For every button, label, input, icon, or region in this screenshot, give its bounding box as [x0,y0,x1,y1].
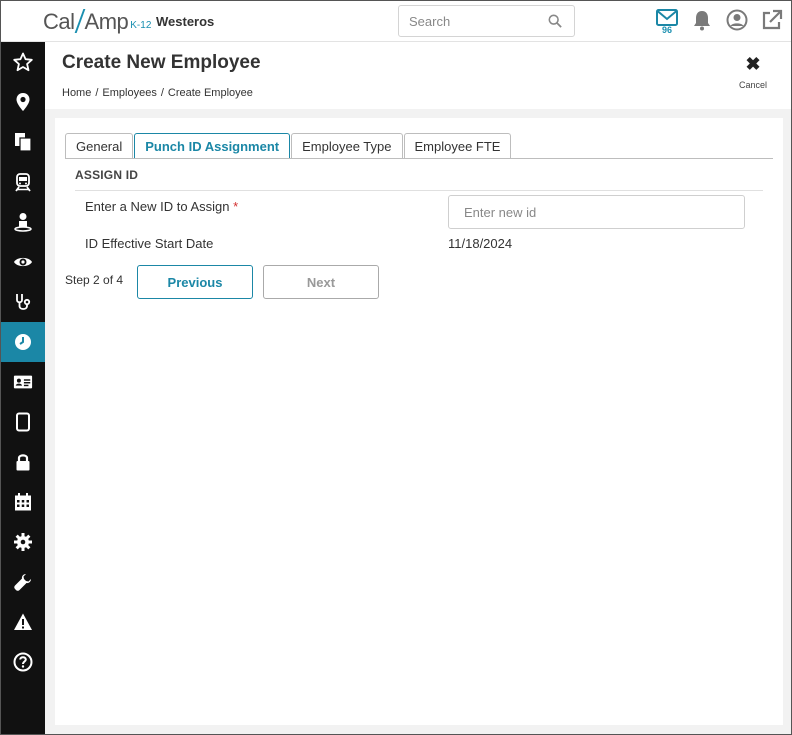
tenant-name: Westeros [156,14,215,29]
top-header: Cal Amp K-12 Westeros 96 [1,1,791,42]
nav-calendar[interactable] [1,482,45,522]
step-indicator: Step 2 of 4 [65,273,124,287]
nav-help[interactable] [1,642,45,682]
search-icon[interactable] [548,14,562,28]
tab-divider [65,158,773,159]
new-id-input[interactable] [448,195,745,229]
nav-devices[interactable] [1,402,45,442]
calendar-icon [15,493,31,511]
start-date-label: ID Effective Start Date [85,236,214,251]
tab-employee-fte[interactable]: Employee FTE [403,133,512,158]
cancel-label: Cancel [738,80,767,90]
stethoscope-icon [16,294,31,310]
nav-documents[interactable] [1,122,45,162]
nav-health[interactable] [1,282,45,322]
page-header: Create New Employee Home / Employees / C… [45,42,791,109]
section-title: ASSIGN ID [75,168,139,182]
train-icon [15,173,31,192]
breadcrumb-separator: / [160,87,164,99]
app-window: Cal Amp K-12 Westeros 96 [0,0,792,735]
eye-icon [14,257,32,267]
breadcrumb-separator: / [95,87,99,99]
search-box[interactable] [398,5,575,37]
side-navigation [1,42,45,734]
cancel-button[interactable]: ✖ Cancel [733,54,773,90]
content-card: General Punch ID Assignment Employee Typ… [55,118,783,725]
bell-icon[interactable] [691,9,713,31]
gear-icon [14,533,32,551]
warning-icon [14,613,32,630]
tablet-icon [16,412,30,432]
breadcrumb-home[interactable]: Home [62,87,91,99]
tab-punch-id-assignment[interactable]: Punch ID Assignment [134,133,291,158]
new-id-label-text: Enter a New ID to Assign [85,199,230,214]
id-card-icon [13,375,33,389]
breadcrumb-current: Create Employee [167,87,253,99]
new-id-label: Enter a New ID to Assign * [85,199,238,214]
wrench-icon [14,574,31,591]
clock-icon [15,334,31,350]
user-account-icon[interactable] [726,9,748,31]
mail-count-badge: 96 [661,25,672,35]
person-icon [14,213,32,232]
close-icon: ✖ [745,54,761,74]
nav-id-cards[interactable] [1,362,45,402]
breadcrumb-employees[interactable]: Employees [102,87,156,99]
nav-transit[interactable] [1,162,45,202]
logo-text-cal: Cal [43,9,75,34]
documents-icon [15,133,32,152]
start-date-value: 11/18/2024 [448,236,513,251]
calamp-logo[interactable]: Cal Amp K-12 [43,7,151,35]
nav-time-clock[interactable] [1,322,45,362]
logo-slash [74,9,85,33]
search-input[interactable] [399,6,539,36]
page-title: Create New Employee [62,52,261,73]
nav-monitoring[interactable] [1,242,45,282]
star-icon [13,52,33,72]
help-icon [13,652,33,672]
external-link-icon[interactable] [761,9,783,31]
nav-favorites[interactable] [1,42,45,82]
nav-location[interactable] [1,82,45,122]
nav-tools[interactable] [1,562,45,602]
tab-bar: General Punch ID Assignment Employee Typ… [65,133,512,158]
nav-security[interactable] [1,442,45,482]
nav-people[interactable] [1,202,45,242]
tab-employee-type[interactable]: Employee Type [291,133,403,158]
nav-alerts[interactable] [1,602,45,642]
nav-settings[interactable] [1,522,45,562]
map-pin-icon [16,93,30,111]
logo-text-amp: Amp [84,9,129,34]
section-divider [75,190,763,191]
previous-button[interactable]: Previous [137,265,253,299]
next-button[interactable]: Next [263,265,379,299]
lock-icon [16,454,30,471]
required-marker: * [233,199,239,214]
tab-general[interactable]: General [65,133,134,158]
breadcrumb: Home / Employees / Create Employee [62,87,253,99]
logo-k12: K-12 [130,20,152,31]
